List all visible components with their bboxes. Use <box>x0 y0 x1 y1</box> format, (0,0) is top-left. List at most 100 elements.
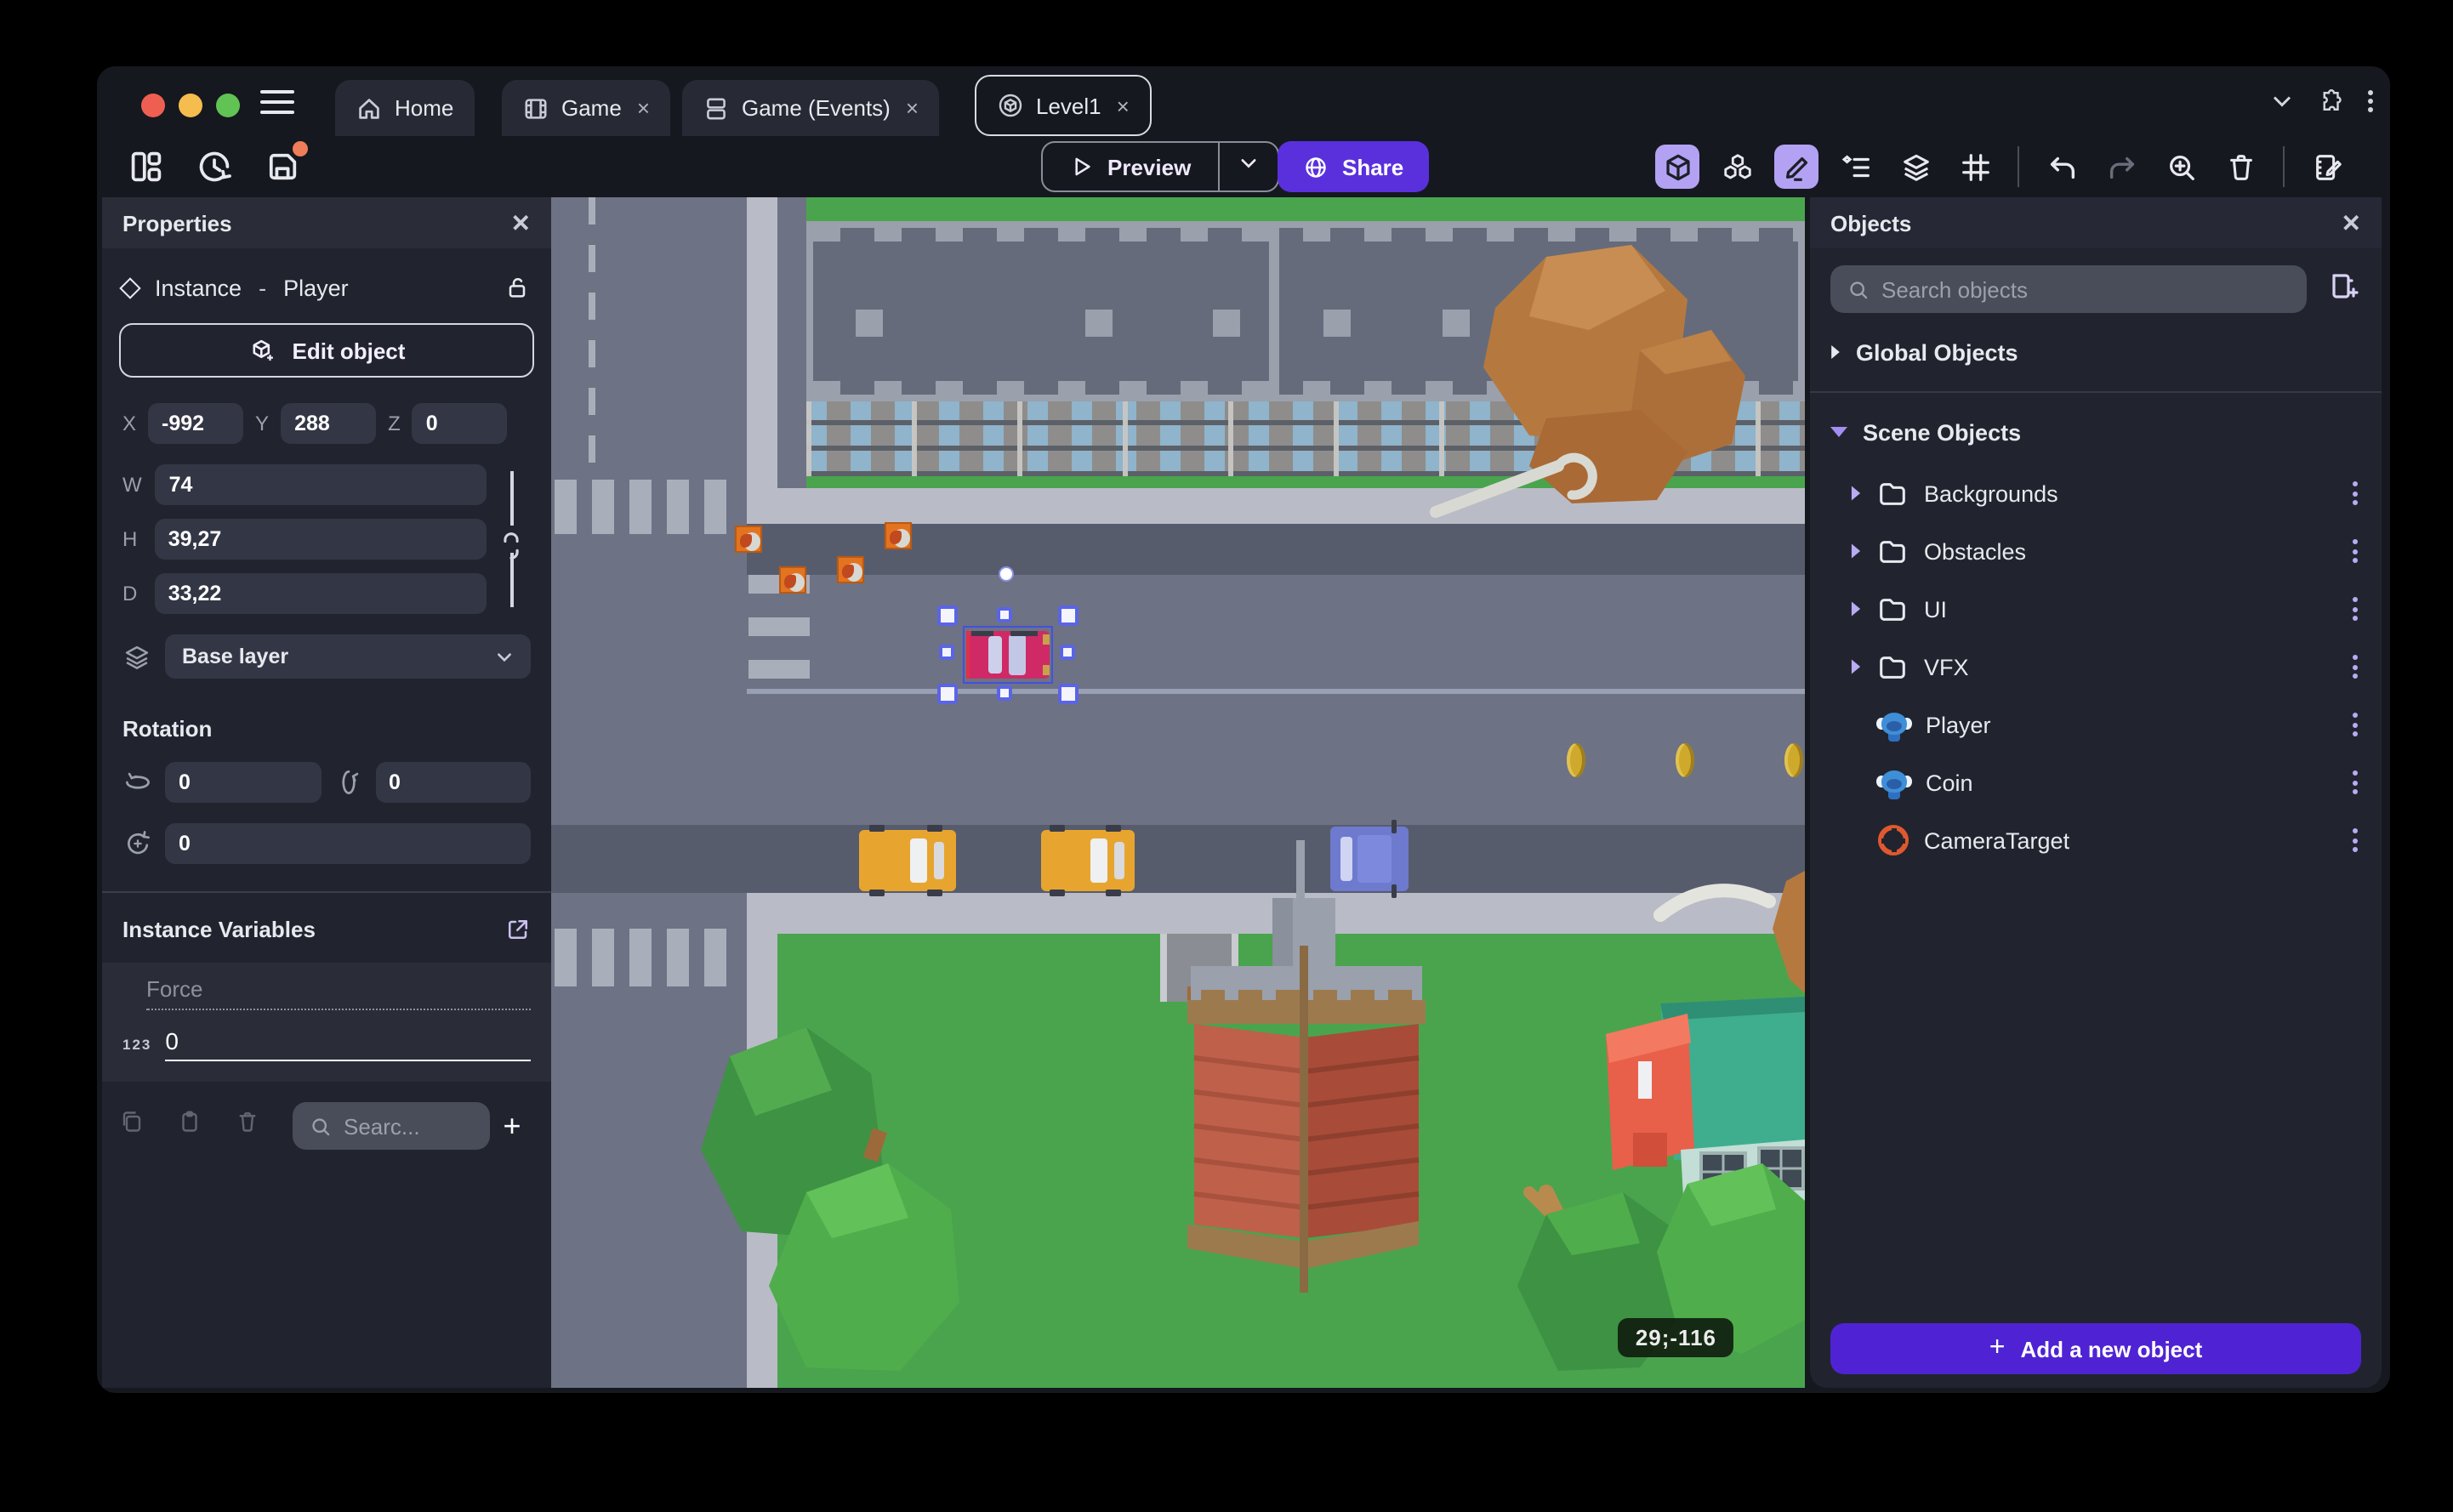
scene-blue-car[interactable] <box>1330 820 1409 898</box>
kebab-menu-icon[interactable] <box>2346 821 2365 859</box>
layers-icon[interactable] <box>1893 145 1938 189</box>
objects-cubes-icon[interactable] <box>1715 145 1759 189</box>
variable-name[interactable]: Force <box>146 976 531 1010</box>
kebab-menu-icon[interactable] <box>2346 475 2365 512</box>
tab-close-icon[interactable]: × <box>1117 93 1130 118</box>
redo-icon[interactable] <box>2099 145 2143 189</box>
edit-object-button[interactable]: Edit object <box>119 323 534 378</box>
zoom-in-icon[interactable] <box>2159 145 2203 189</box>
share-button[interactable]: Share <box>1278 141 1430 192</box>
tab-game[interactable]: Game × <box>502 80 670 136</box>
add-new-object-button[interactable]: + Add a new object <box>1830 1323 2361 1374</box>
undo-icon[interactable] <box>2040 145 2084 189</box>
close-icon[interactable]: ✕ <box>511 208 531 237</box>
selection-handle-e[interactable] <box>1060 645 1075 660</box>
kebab-menu-icon[interactable] <box>2346 706 2365 743</box>
rotation-y-field[interactable] <box>375 762 531 803</box>
selection-handle-nw[interactable] <box>937 605 958 626</box>
selection-handle-se[interactable] <box>1058 684 1079 704</box>
scene-coin[interactable] <box>1676 743 1694 777</box>
selection-handle-n[interactable] <box>997 607 1012 622</box>
tab-home[interactable]: Home <box>335 80 475 136</box>
object-folder-backgrounds[interactable]: Backgrounds <box>1810 464 2382 522</box>
scene-crate[interactable] <box>735 526 762 553</box>
close-icon[interactable]: ✕ <box>2342 208 2361 237</box>
cube-3d-icon[interactable] <box>1655 145 1699 189</box>
object-folder-ui[interactable]: UI <box>1810 580 2382 638</box>
traffic-light-close[interactable] <box>141 94 165 117</box>
panels-layout-icon[interactable] <box>128 148 165 185</box>
traffic-light-minimize[interactable] <box>179 94 202 117</box>
tab-close-icon[interactable]: × <box>906 95 919 121</box>
instances-list-icon[interactable] <box>1834 145 1878 189</box>
width-field[interactable] <box>155 464 487 505</box>
global-objects-group[interactable]: Global Objects <box>1810 330 2382 374</box>
object-item-player[interactable]: Player <box>1810 696 2382 753</box>
kebab-menu-icon[interactable] <box>2346 590 2365 628</box>
scene-taxi-car[interactable] <box>859 825 956 896</box>
y-field[interactable] <box>281 403 377 444</box>
paste-icon[interactable] <box>177 1109 235 1143</box>
object-item-cameratarget[interactable]: CameraTarget <box>1810 811 2382 869</box>
hamburger-menu-icon[interactable] <box>260 90 294 116</box>
depth-field[interactable] <box>154 573 487 614</box>
sprite-object-icon <box>1876 708 1912 741</box>
x-field[interactable] <box>148 403 244 444</box>
selection-handle-w[interactable] <box>939 645 954 660</box>
notebook-edit-icon[interactable] <box>2305 145 2349 189</box>
height-field[interactable] <box>154 519 487 560</box>
scene-crate[interactable] <box>885 522 912 549</box>
scene-editor-canvas[interactable]: 29;-116 <box>551 197 1805 1388</box>
object-folder-vfx[interactable]: VFX <box>1810 638 2382 696</box>
scene-coin[interactable] <box>1784 743 1803 777</box>
scene-tree-cluster-left[interactable] <box>701 1027 959 1371</box>
kebab-menu-icon[interactable] <box>2368 89 2373 113</box>
variables-search-input[interactable] <box>344 1113 473 1139</box>
selection-rotate-handle[interactable] <box>999 566 1014 582</box>
scene-bone-small[interactable] <box>1653 884 1776 922</box>
object-folder-obstacles[interactable]: Obstacles <box>1810 522 2382 580</box>
history-icon[interactable] <box>196 148 233 185</box>
kebab-menu-icon[interactable] <box>2346 764 2365 801</box>
tab-close-icon[interactable]: × <box>637 95 650 121</box>
add-variable-button[interactable]: + <box>490 1108 534 1144</box>
selection-handle-s[interactable] <box>997 685 1012 701</box>
scene-boulder[interactable] <box>1483 245 1745 503</box>
extensions-puzzle-icon[interactable] <box>2319 88 2344 114</box>
scene-crate[interactable] <box>779 566 806 594</box>
layer-select[interactable]: Base layer <box>165 634 531 679</box>
copy-icon[interactable] <box>119 1109 177 1143</box>
object-item-coin[interactable]: Coin <box>1810 753 2382 811</box>
objects-search-input[interactable] <box>1881 276 2290 302</box>
pencil-icon[interactable] <box>1774 145 1818 189</box>
preview-button[interactable]: Preview <box>1043 143 1218 190</box>
scene-objects-group[interactable]: Scene Objects <box>1810 410 2382 454</box>
scene-crate[interactable] <box>837 556 864 583</box>
add-folder-icon[interactable] <box>2327 268 2361 310</box>
tab-game-events[interactable]: Game (Events) × <box>682 80 940 136</box>
rotation-x-field[interactable] <box>165 762 321 803</box>
tab-level1[interactable]: Level1 × <box>975 75 1152 136</box>
scene-taxi-car[interactable] <box>1041 825 1135 896</box>
kebab-menu-icon[interactable] <box>2346 648 2365 685</box>
kebab-menu-icon[interactable] <box>2346 532 2365 570</box>
chevron-down-icon[interactable] <box>2269 88 2295 114</box>
grid-icon[interactable] <box>1953 145 1997 189</box>
traffic-light-zoom[interactable] <box>216 94 240 117</box>
scene-brick-tower[interactable] <box>1187 840 1426 1293</box>
trash-icon[interactable] <box>2218 145 2262 189</box>
rotation-z-field[interactable] <box>165 823 531 864</box>
save-icon[interactable] <box>264 141 308 185</box>
unlock-icon[interactable] <box>504 274 531 301</box>
objects-search[interactable] <box>1830 265 2307 313</box>
lock-proportions-toggle[interactable] <box>497 468 524 611</box>
variables-search[interactable] <box>293 1102 490 1150</box>
open-external-icon[interactable] <box>505 917 531 942</box>
selection-handle-sw[interactable] <box>937 684 958 704</box>
scene-coin[interactable] <box>1567 743 1585 777</box>
selection-handle-ne[interactable] <box>1058 605 1079 626</box>
preview-options-button[interactable] <box>1220 151 1278 182</box>
delete-variable-icon[interactable] <box>235 1109 293 1143</box>
z-field[interactable] <box>412 403 508 444</box>
variable-value[interactable]: 0 <box>165 1027 531 1061</box>
